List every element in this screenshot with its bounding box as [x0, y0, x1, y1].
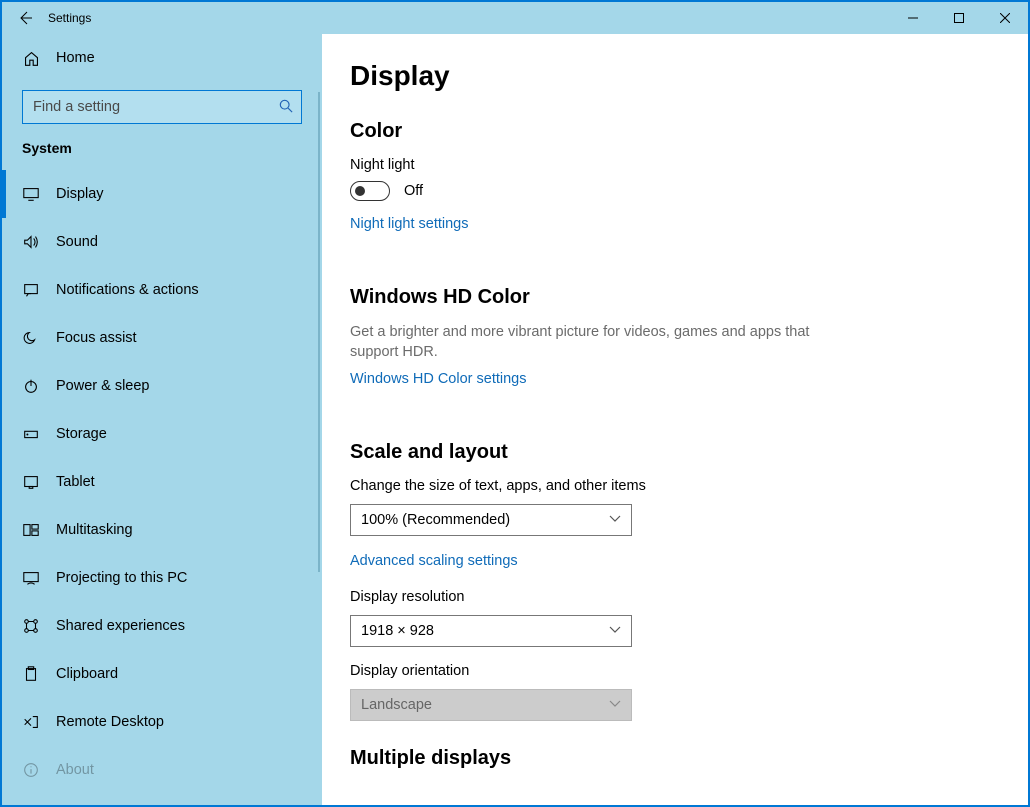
hdcolor-settings-link[interactable]: Windows HD Color settings [350, 371, 526, 387]
projecting-icon [22, 569, 40, 587]
maximize-button[interactable] [936, 2, 982, 34]
resolution-value: 1918 × 928 [361, 623, 434, 639]
notifications-icon [22, 281, 40, 299]
scale-size-label: Change the size of text, apps, and other… [350, 478, 1000, 494]
sidebar-item-label: Power & sleep [56, 378, 150, 394]
section-scale-heading: Scale and layout [350, 441, 1000, 464]
tablet-icon [22, 473, 40, 491]
power-icon [22, 377, 40, 395]
sidebar-item-display[interactable]: Display [2, 170, 322, 218]
sidebar-item-label: Storage [56, 426, 107, 442]
sidebar-item-focus-assist[interactable]: Focus assist [2, 314, 322, 362]
window-title: Settings [48, 11, 890, 25]
home-icon [22, 50, 40, 67]
main-content: Display Color Night light Off Night ligh… [322, 34, 1028, 805]
hdcolor-desc: Get a brighter and more vibrant picture … [350, 323, 820, 362]
display-icon [22, 185, 40, 203]
sidebar-item-shared-experiences[interactable]: Shared experiences [2, 602, 322, 650]
nightlight-toggle[interactable] [350, 181, 390, 201]
focus-assist-icon [22, 329, 40, 347]
titlebar: Settings [2, 2, 1028, 34]
close-button[interactable] [982, 2, 1028, 34]
section-multiple-displays-heading: Multiple displays [350, 747, 1000, 770]
sound-icon [22, 233, 40, 251]
section-color-heading: Color [350, 120, 1000, 143]
sidebar-scrollbar[interactable] [318, 92, 320, 572]
sidebar-item-label: Focus assist [56, 330, 137, 346]
back-button[interactable] [2, 10, 48, 26]
storage-icon [22, 425, 40, 443]
sidebar-item-label: Tablet [56, 474, 95, 490]
chevron-down-icon [609, 514, 621, 526]
page-title: Display [350, 60, 1000, 92]
chevron-down-icon [609, 699, 621, 711]
sidebar-item-remote-desktop[interactable]: Remote Desktop [2, 698, 322, 746]
sidebar-category: System [2, 140, 322, 156]
sidebar-item-label: Remote Desktop [56, 714, 164, 730]
sidebar-item-label: Notifications & actions [56, 282, 199, 298]
sidebar-item-clipboard[interactable]: Clipboard [2, 650, 322, 698]
sidebar-item-power-sleep[interactable]: Power & sleep [2, 362, 322, 410]
resolution-label: Display resolution [350, 589, 1000, 605]
sidebar-item-storage[interactable]: Storage [2, 410, 322, 458]
sidebar-item-label: Shared experiences [56, 618, 185, 634]
nightlight-label: Night light [350, 157, 1000, 173]
advanced-scaling-link[interactable]: Advanced scaling settings [350, 553, 518, 569]
sidebar-item-sound[interactable]: Sound [2, 218, 322, 266]
sidebar-item-projecting[interactable]: Projecting to this PC [2, 554, 322, 602]
resolution-select[interactable]: 1918 × 928 [350, 615, 632, 647]
sidebar-item-about[interactable]: About [2, 746, 322, 794]
selection-accent [2, 170, 6, 218]
sidebar-item-label: Multitasking [56, 522, 133, 538]
sidebar-item-tablet[interactable]: Tablet [2, 458, 322, 506]
minimize-button[interactable] [890, 2, 936, 34]
sidebar-item-notifications[interactable]: Notifications & actions [2, 266, 322, 314]
sidebar-item-multitasking[interactable]: Multitasking [2, 506, 322, 554]
window-controls [890, 2, 1028, 34]
orientation-label: Display orientation [350, 663, 1000, 679]
sidebar-item-label: Projecting to this PC [56, 570, 187, 586]
clipboard-icon [22, 665, 40, 683]
sidebar-item-label: About [56, 762, 94, 778]
shared-experiences-icon [22, 617, 40, 635]
nightlight-settings-link[interactable]: Night light settings [350, 216, 468, 232]
sidebar-item-label: Sound [56, 234, 98, 250]
remote-desktop-icon [22, 713, 40, 731]
section-hdcolor-heading: Windows HD Color [350, 286, 1000, 309]
orientation-select: Landscape [350, 689, 632, 721]
search-box[interactable] [22, 90, 302, 124]
scale-size-value: 100% (Recommended) [361, 512, 510, 528]
nightlight-state: Off [404, 183, 423, 199]
nav-list: Display Sound Notifications & actions Fo… [2, 170, 322, 794]
home-label: Home [56, 50, 95, 66]
home-button[interactable]: Home [2, 34, 322, 82]
scale-size-select[interactable]: 100% (Recommended) [350, 504, 632, 536]
sidebar: Home System Display Sound Notifications … [2, 34, 322, 805]
search-icon [279, 99, 293, 116]
orientation-value: Landscape [361, 697, 432, 713]
multitasking-icon [22, 521, 40, 539]
chevron-down-icon [609, 625, 621, 637]
about-icon [22, 761, 40, 779]
search-input[interactable] [31, 99, 279, 115]
sidebar-item-label: Display [56, 186, 104, 202]
sidebar-item-label: Clipboard [56, 666, 118, 682]
